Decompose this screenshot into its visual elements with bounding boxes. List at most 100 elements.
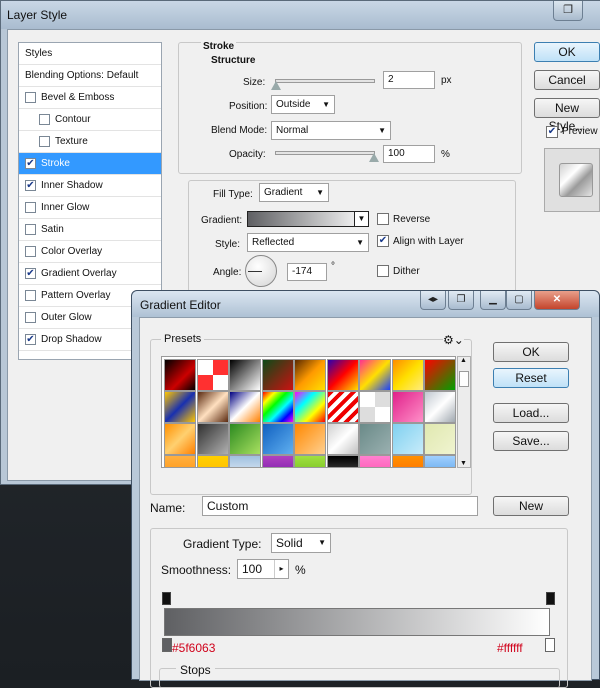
smoothness-field[interactable]: 100 ▸ xyxy=(237,559,289,579)
restore-icon[interactable]: ❐ xyxy=(448,291,474,310)
style-item[interactable]: ✔ Gradient Overlay xyxy=(19,263,161,285)
style-item[interactable]: ✔ Inner Shadow xyxy=(19,175,161,197)
gradient-preset-swatch[interactable] xyxy=(359,391,391,423)
chevron-down-icon[interactable]: ▼ xyxy=(354,212,368,226)
minimize-icon[interactable]: ▁ xyxy=(480,291,506,310)
style-item[interactable]: Color Overlay xyxy=(19,241,161,263)
style-item-checkbox[interactable] xyxy=(25,202,36,213)
angle-field[interactable]: -174 xyxy=(287,263,327,281)
fill-type-dropdown[interactable]: Gradient ▼ xyxy=(259,183,329,202)
scroll-up-icon[interactable]: ▲ xyxy=(460,357,467,364)
gradient-preset-swatch[interactable] xyxy=(294,391,326,423)
style-item[interactable]: Bevel & Emboss xyxy=(19,87,161,109)
gradient-preset-swatch[interactable] xyxy=(359,359,391,391)
presets-scrollbar[interactable]: ▲ ▼ xyxy=(457,356,471,468)
position-dropdown[interactable]: Outside ▼ xyxy=(271,95,335,114)
gradient-preset-swatch[interactable] xyxy=(424,359,455,391)
style-item-checkbox[interactable] xyxy=(25,92,36,103)
gradient-preset-swatch[interactable] xyxy=(326,391,359,423)
align-with-layer-checkbox[interactable]: ✔ xyxy=(377,235,389,247)
gradient-preset-swatch[interactable] xyxy=(229,455,261,467)
blend-mode-dropdown[interactable]: Normal ▼ xyxy=(271,121,391,140)
gradient-preset-swatch[interactable] xyxy=(424,455,455,467)
cancel-button[interactable]: Cancel xyxy=(534,70,600,90)
opacity-slider-thumb[interactable] xyxy=(369,153,379,162)
gradient-bar[interactable] xyxy=(164,608,550,636)
style-item-checkbox[interactable] xyxy=(39,136,50,147)
chevron-right-icon[interactable]: ▸ xyxy=(274,560,288,578)
gradient-editor-titlebar[interactable]: Gradient Editor ◂▸ ❐ ▁ ▢ ✕ xyxy=(132,291,599,317)
gradient-preset-swatch[interactable] xyxy=(294,359,326,391)
gear-icon[interactable]: ⚙⌄ xyxy=(443,333,464,347)
style-item-checkbox[interactable]: ✔ xyxy=(25,180,36,191)
angle-dial[interactable] xyxy=(245,255,277,287)
gradient-preset-swatch[interactable] xyxy=(261,423,294,455)
style-item[interactable]: Inner Glow xyxy=(19,197,161,219)
gradient-preset-swatch[interactable] xyxy=(391,423,424,455)
preview-checkbox[interactable]: ✔ xyxy=(546,126,558,138)
gradient-type-dropdown[interactable]: Solid ▼ xyxy=(271,533,331,553)
maximize-icon[interactable]: ▢ xyxy=(506,291,532,310)
opacity-stop-left[interactable] xyxy=(162,592,171,605)
gradient-preset-swatch[interactable] xyxy=(164,423,196,455)
gradient-preset-swatch[interactable] xyxy=(196,359,229,391)
scroll-down-icon[interactable]: ▼ xyxy=(460,460,467,467)
new-button[interactable]: New xyxy=(493,496,569,516)
style-item[interactable]: Texture xyxy=(19,131,161,153)
reset-button[interactable]: Reset xyxy=(493,368,569,388)
opacity-field[interactable]: 100 xyxy=(383,145,435,163)
gradient-preset-swatch[interactable] xyxy=(164,359,196,391)
gradient-ok-button[interactable]: OK xyxy=(493,342,569,362)
close-icon[interactable]: ✕ xyxy=(534,291,580,310)
gradient-preset-swatch[interactable] xyxy=(391,455,424,467)
gradient-preset-swatch[interactable] xyxy=(196,423,229,455)
gradient-preset-swatch[interactable] xyxy=(229,359,261,391)
style-item-checkbox[interactable]: ✔ xyxy=(25,334,36,345)
gradient-preset-swatch[interactable] xyxy=(359,455,391,467)
blending-options-item[interactable]: Blending Options: Default xyxy=(19,65,161,87)
gradient-preset-swatch[interactable] xyxy=(196,455,229,467)
gradient-preset-swatch[interactable] xyxy=(229,391,261,423)
gradient-preset-swatch[interactable] xyxy=(424,423,455,455)
ok-button[interactable]: OK xyxy=(534,42,600,62)
gradient-preset-swatch[interactable] xyxy=(261,455,294,467)
gradient-preset-swatch[interactable] xyxy=(164,391,196,423)
dither-checkbox[interactable] xyxy=(377,265,389,277)
restore-icon[interactable]: ❐ xyxy=(553,1,583,21)
new-style-button[interactable]: New Style... xyxy=(534,98,600,133)
gradient-picker[interactable]: ▼ xyxy=(247,211,369,227)
color-stop-right[interactable] xyxy=(545,638,555,652)
gradient-preset-swatch[interactable] xyxy=(391,359,424,391)
gradient-preset-swatch[interactable] xyxy=(261,391,294,423)
gradient-preset-swatch[interactable] xyxy=(391,391,424,423)
color-stop-left[interactable] xyxy=(162,638,172,652)
style-dropdown[interactable]: Reflected ▼ xyxy=(247,233,369,252)
opacity-stop-right[interactable] xyxy=(546,592,555,605)
styles-header[interactable]: Styles xyxy=(19,43,161,65)
gradient-preset-swatch[interactable] xyxy=(229,423,261,455)
gradient-preset-swatch[interactable] xyxy=(261,359,294,391)
save-button[interactable]: Save... xyxy=(493,431,569,451)
opacity-slider[interactable] xyxy=(275,151,375,155)
gradient-preset-swatch[interactable] xyxy=(326,423,359,455)
style-item-checkbox[interactable] xyxy=(39,114,50,125)
style-item[interactable]: Satin xyxy=(19,219,161,241)
gradient-preset-swatch[interactable] xyxy=(326,359,359,391)
scrollbar-thumb[interactable] xyxy=(459,371,469,387)
gradient-preset-swatch[interactable] xyxy=(326,455,359,467)
style-item-checkbox[interactable] xyxy=(25,290,36,301)
size-slider-thumb[interactable] xyxy=(271,81,281,90)
size-field[interactable]: 2 xyxy=(383,71,435,89)
dock-arrows-icon[interactable]: ◂▸ xyxy=(420,291,446,310)
gradient-preset-swatch[interactable] xyxy=(164,455,196,467)
gradient-preset-swatch[interactable] xyxy=(196,391,229,423)
style-item[interactable]: Contour xyxy=(19,109,161,131)
style-item[interactable]: ✔ Stroke xyxy=(19,153,161,175)
style-item-checkbox[interactable]: ✔ xyxy=(25,268,36,279)
gradient-preset-swatch[interactable] xyxy=(294,455,326,467)
style-item-checkbox[interactable] xyxy=(25,224,36,235)
layer-style-titlebar[interactable]: Layer Style ❐ xyxy=(1,1,600,29)
gradient-preset-swatch[interactable] xyxy=(359,423,391,455)
size-slider[interactable] xyxy=(275,79,375,83)
style-item-checkbox[interactable] xyxy=(25,246,36,257)
